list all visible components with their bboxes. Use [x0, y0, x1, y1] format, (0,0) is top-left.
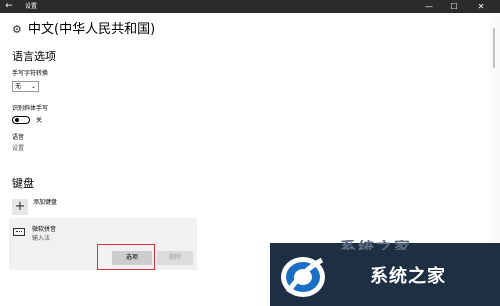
- watermark-top-text: 系统之家: [340, 240, 413, 250]
- close-button[interactable]: ✕: [470, 0, 492, 13]
- dropdown-value: 无: [15, 83, 22, 90]
- chevron-down-icon: ⌄: [30, 83, 36, 90]
- back-arrow-icon[interactable]: ←: [2, 0, 16, 13]
- plus-icon: +: [14, 199, 26, 214]
- speech-label: 语音: [12, 134, 25, 141]
- title-bar: ← 设置 — ☐ ✕: [0, 0, 500, 13]
- language-options-heading: 语言选项: [12, 50, 56, 63]
- add-keyboard-button[interactable]: +: [12, 199, 28, 215]
- italic-handwriting-toggle[interactable]: [12, 116, 30, 124]
- minimize-button[interactable]: —: [418, 0, 440, 13]
- add-keyboard-label[interactable]: 添加键盘: [33, 199, 57, 207]
- window-title: 设置: [25, 3, 38, 10]
- italic-handwriting-label: 识别斜体手写: [12, 105, 49, 112]
- toggle-knob: [15, 118, 19, 122]
- watermark-text: 系统之家: [370, 266, 446, 287]
- maximize-button[interactable]: ☐: [443, 0, 465, 13]
- page-title: 中文(中华人民共和国): [28, 22, 156, 37]
- keyboard-heading: 键盘: [12, 177, 34, 190]
- ime-name: 微软拼音: [32, 226, 57, 233]
- ime-type: 输入法: [32, 235, 51, 242]
- speech-settings-link[interactable]: 设置: [12, 145, 24, 153]
- handwriting-conversion-dropdown[interactable]: 无 ⌄: [12, 81, 39, 92]
- remove-button: 删除: [157, 251, 193, 265]
- scrollbar-thumb[interactable]: [493, 28, 495, 68]
- watermark-logo-icon: [281, 257, 325, 297]
- toggle-state-label: 关: [36, 117, 43, 124]
- gear-icon: ⚙: [12, 23, 22, 36]
- handwriting-conversion-label: 手写字符转换: [12, 70, 49, 77]
- red-highlight-box: [97, 244, 155, 270]
- keyboard-icon: [13, 228, 25, 236]
